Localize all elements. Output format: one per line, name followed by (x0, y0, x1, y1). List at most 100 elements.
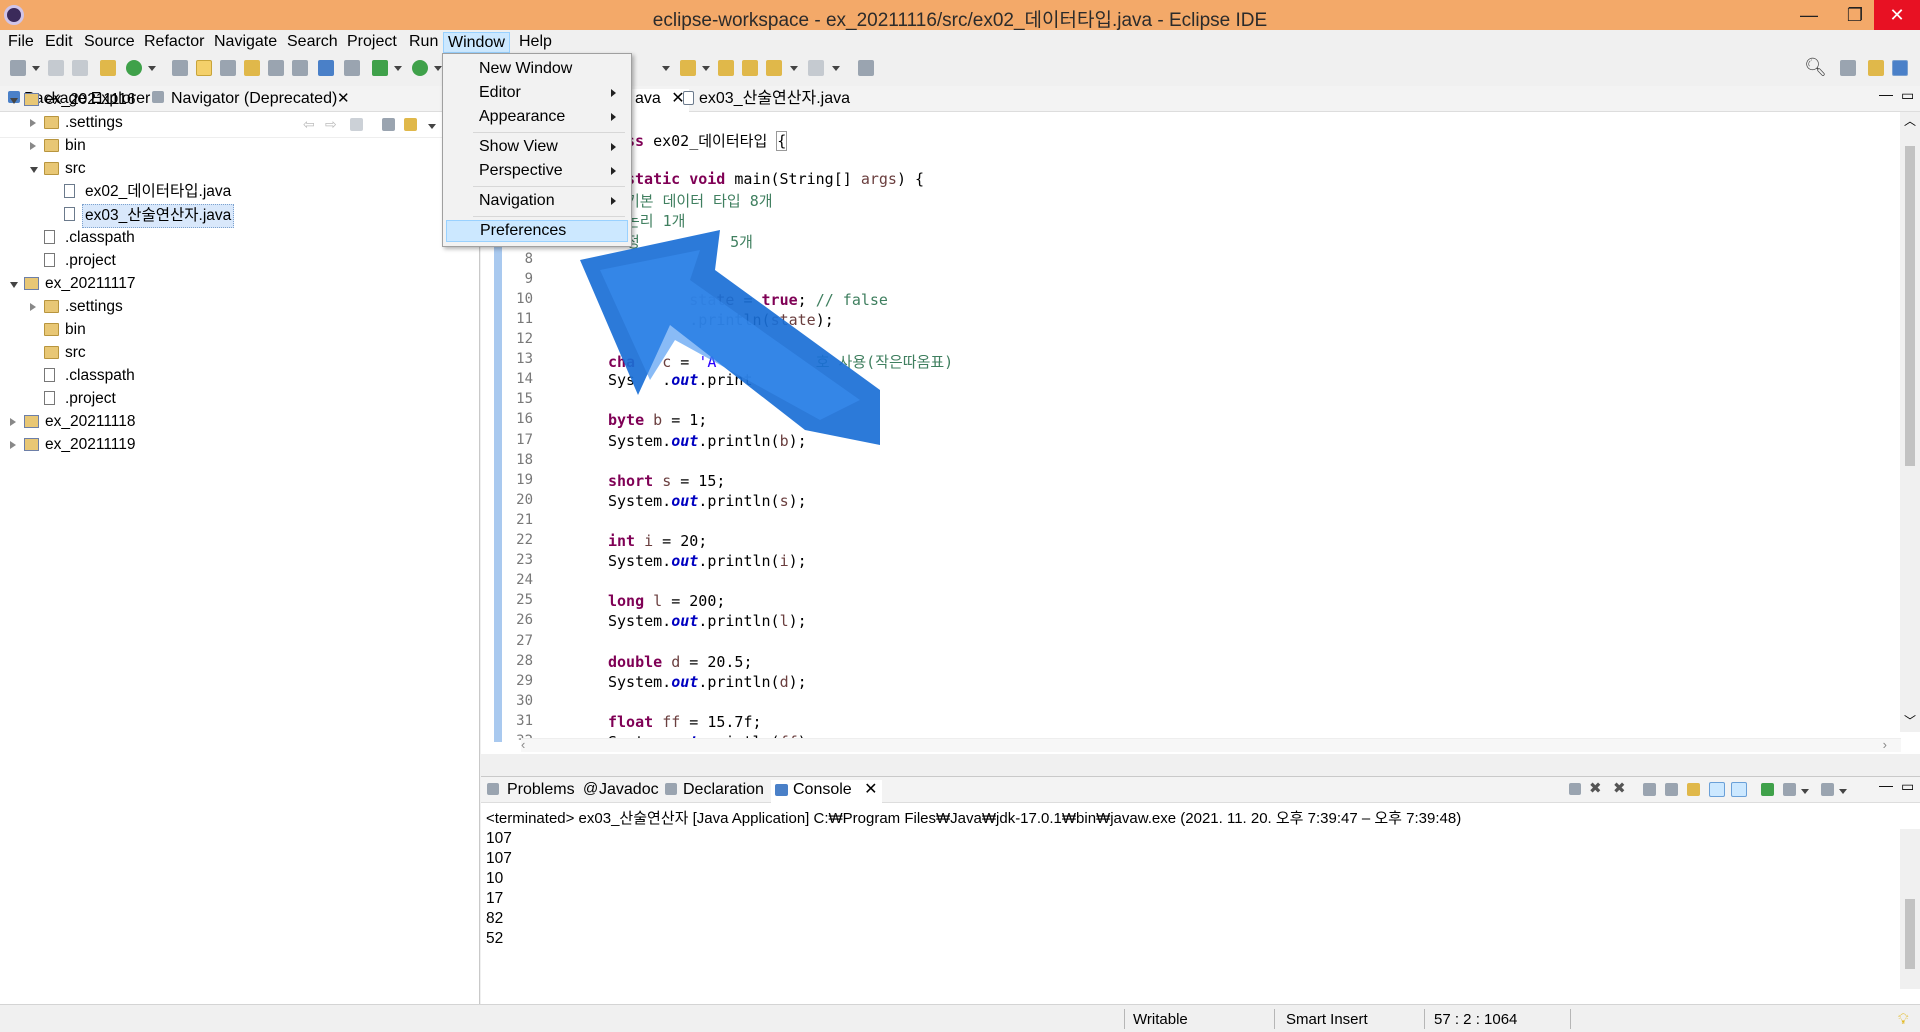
menu-refactor[interactable]: Refactor (140, 32, 208, 53)
menu-item-navigation[interactable]: Navigation (446, 190, 628, 212)
tab-javadoc[interactable]: Javadoc (599, 780, 659, 803)
pilcrow-icon[interactable] (292, 60, 308, 76)
scroll-lock-icon[interactable] (1665, 783, 1678, 796)
show-whitespace-icon[interactable] (268, 60, 284, 76)
search-icon[interactable]: 🔍︎ (1804, 57, 1827, 78)
expand-closed-icon[interactable] (30, 142, 36, 150)
chevron-down-icon[interactable]: ﹀ (1904, 712, 1916, 729)
java-perspective-icon[interactable] (1892, 60, 1908, 76)
menu-navigate[interactable]: Navigate (210, 32, 281, 53)
editor-vertical-scrollbar[interactable]: ︿ ﹀ (1900, 112, 1920, 732)
menu-item-new-window[interactable]: New Window (446, 58, 628, 80)
tab-declaration[interactable]: Declaration (683, 780, 764, 803)
pin-editor-icon[interactable] (858, 60, 874, 76)
mark-occurrences-icon[interactable] (196, 60, 212, 76)
save-icon[interactable] (48, 60, 64, 76)
up-icon[interactable] (350, 118, 363, 131)
expand-open-icon[interactable] (30, 167, 38, 173)
scroll-thumb[interactable] (1905, 146, 1915, 466)
scroll-thumb[interactable] (1905, 899, 1915, 969)
skip-breakpoints-icon[interactable] (344, 60, 360, 76)
lightbulb-icon[interactable]: 💡︎ (1898, 1011, 1909, 1028)
save-all-icon[interactable] (72, 60, 88, 76)
editor-horizontal-scrollbar[interactable]: ‹ › (521, 737, 1901, 752)
refresh-icon[interactable] (126, 60, 142, 76)
open-type-icon[interactable] (172, 60, 188, 76)
chevron-up-icon[interactable]: ︿ (1904, 112, 1916, 129)
back-history-icon[interactable] (766, 60, 782, 76)
maximize-view-icon[interactable]: ▭ (1901, 87, 1914, 104)
show-console-on-output-icon[interactable] (1709, 782, 1725, 797)
menu-file[interactable]: File (4, 32, 38, 53)
menu-search[interactable]: Search (283, 32, 342, 53)
expand-closed-icon[interactable] (30, 119, 36, 127)
menu-item-perspective[interactable]: Perspective (446, 160, 628, 182)
console-vertical-scrollbar[interactable] (1900, 829, 1920, 989)
run-icon[interactable] (412, 60, 428, 76)
back-arrow-icon[interactable]: ⇦ (303, 116, 315, 133)
minimize-view-icon[interactable]: — (1879, 777, 1893, 793)
close-icon[interactable]: ✕ (864, 781, 877, 798)
new-icon[interactable] (10, 60, 26, 76)
chevron-down-icon[interactable] (1801, 789, 1809, 794)
minimize-button[interactable]: — (1786, 0, 1832, 30)
menu-source[interactable]: Source (80, 32, 139, 53)
view-menu-icon[interactable] (428, 124, 436, 129)
expand-open-icon[interactable] (10, 98, 18, 104)
tab-ex03[interactable]: ex03_산술연산자.java (699, 89, 850, 112)
tab-console[interactable]: Console ✕ (771, 780, 882, 803)
menu-edit[interactable]: Edit (41, 32, 77, 53)
expand-closed-icon[interactable] (10, 441, 16, 449)
clear-console-icon[interactable] (1643, 783, 1656, 796)
menu-item-appearance[interactable]: Appearance (446, 106, 628, 128)
maximize-view-icon[interactable]: ▭ (1901, 778, 1914, 795)
pin-console-icon[interactable] (1761, 783, 1774, 796)
terminate-icon[interactable] (1569, 783, 1581, 795)
expand-closed-icon[interactable] (10, 418, 16, 426)
debug-icon[interactable] (372, 60, 388, 76)
tab-editor-active[interactable]: ava ✕ (631, 89, 689, 112)
chevron-down-icon[interactable] (662, 66, 670, 71)
menu-help[interactable]: Help (515, 32, 556, 53)
new-java-project-icon[interactable] (100, 60, 116, 76)
close-icon[interactable]: ✕ (337, 89, 350, 111)
expand-closed-icon[interactable] (30, 303, 36, 311)
close-window-button[interactable]: ✕ (1874, 0, 1920, 30)
display-console-icon[interactable] (1783, 783, 1796, 796)
show-console-on-error-icon[interactable] (1731, 782, 1747, 797)
link-with-editor-icon[interactable] (404, 118, 417, 131)
menu-item-show-view[interactable]: Show View (446, 136, 628, 158)
collapse-all-icon[interactable] (382, 118, 395, 131)
menu-run[interactable]: Run (405, 32, 442, 53)
console-output[interactable]: 107 107 10 17 82 52 (486, 829, 512, 949)
status-insert-mode[interactable]: Smart Insert (1286, 1011, 1368, 1028)
chevron-down-icon[interactable] (790, 66, 798, 71)
expand-open-icon[interactable] (10, 282, 18, 288)
remove-launch-icon[interactable]: ✖ (1589, 779, 1602, 797)
chevron-down-icon[interactable] (394, 66, 402, 71)
chevron-down-icon[interactable] (434, 66, 442, 71)
tab-problems[interactable]: Problems (507, 780, 575, 803)
forward-arrow-icon[interactable]: ⇨ (325, 116, 337, 133)
last-edit-location-icon[interactable] (718, 60, 734, 76)
menu-item-editor[interactable]: Editor (446, 82, 628, 104)
chevron-left-icon[interactable]: ‹ (521, 737, 525, 752)
open-console-icon[interactable] (1821, 783, 1834, 796)
chevron-down-icon[interactable] (702, 66, 710, 71)
chevron-down-icon[interactable] (832, 66, 840, 71)
word-wrap-icon[interactable] (1687, 783, 1700, 796)
toggle-block-icon[interactable] (244, 60, 260, 76)
open-perspective-icon[interactable] (1840, 60, 1856, 76)
maximize-button[interactable]: ❐ (1832, 0, 1878, 30)
toggle-breadcrumb-icon[interactable] (220, 60, 236, 76)
back-icon[interactable] (742, 60, 758, 76)
remove-all-icon[interactable]: ✖ (1613, 779, 1626, 797)
next-annotation-icon[interactable] (680, 60, 696, 76)
chevron-right-icon[interactable]: › (1883, 737, 1887, 752)
forward-icon[interactable] (808, 60, 824, 76)
menu-project[interactable]: Project (343, 32, 401, 53)
chevron-down-icon[interactable] (32, 66, 40, 71)
chevron-down-icon[interactable] (148, 66, 156, 71)
minimize-view-icon[interactable]: — (1879, 86, 1893, 102)
tab-navigator[interactable]: Navigator (Deprecated) (171, 89, 337, 111)
